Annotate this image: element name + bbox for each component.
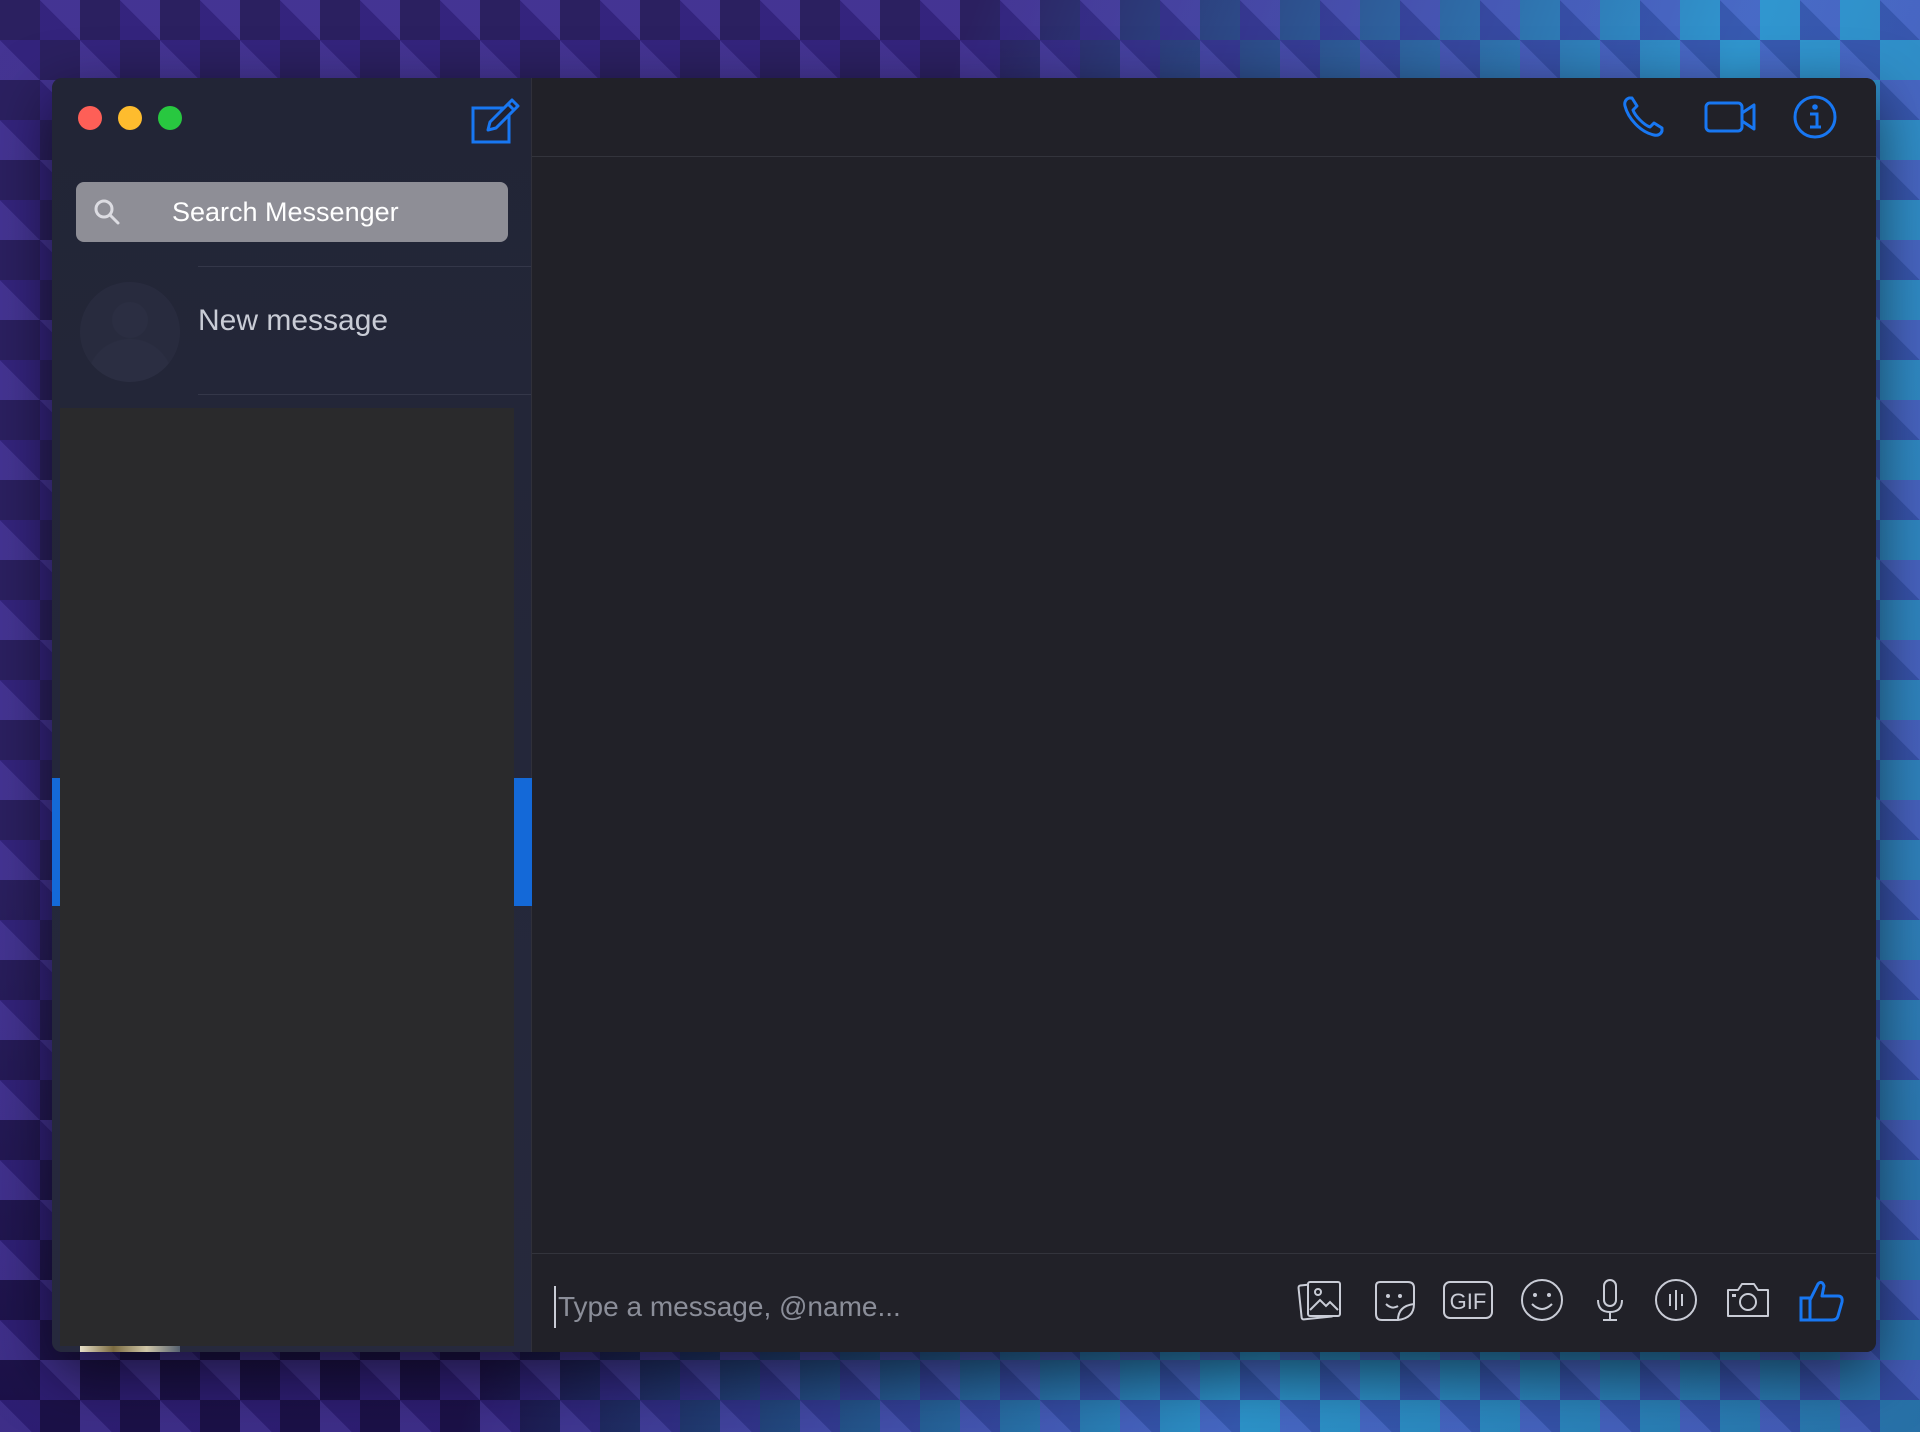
compose-button[interactable]: [470, 96, 522, 146]
chat-panel: GIF: [532, 78, 1876, 1352]
redacted-conversation-list: [60, 408, 514, 1346]
avatar: [80, 282, 180, 382]
zoom-button[interactable]: [158, 106, 182, 130]
gif-icon: GIF: [1443, 1281, 1493, 1319]
video-camera-icon[interactable]: [1704, 94, 1756, 140]
search-placeholder: Search Messenger: [172, 196, 399, 227]
svg-text:GIF: GIF: [1450, 1289, 1487, 1314]
sticker-icon[interactable]: [1370, 1276, 1418, 1324]
minimize-button[interactable]: [118, 106, 142, 130]
sidebar: Search Messenger New message A. Ramon Su…: [52, 78, 532, 1352]
messenger-window: Search Messenger New message A. Ramon Su…: [52, 78, 1876, 1352]
message-input[interactable]: [554, 1286, 1260, 1328]
search-box[interactable]: Search Messenger: [76, 182, 508, 242]
window-controls: [78, 106, 182, 130]
info-icon[interactable]: [1792, 94, 1838, 140]
audio-waveform-icon[interactable]: [1652, 1276, 1700, 1324]
phone-icon[interactable]: [1620, 94, 1666, 140]
message-composer: GIF: [532, 1253, 1876, 1352]
new-message-item[interactable]: New message: [52, 268, 531, 396]
divider: [198, 394, 531, 395]
camera-icon[interactable]: [1724, 1276, 1772, 1324]
thumbs-up-icon[interactable]: [1798, 1276, 1846, 1324]
photo-icon[interactable]: [1296, 1276, 1344, 1324]
selected-conversation-highlight[interactable]: [514, 778, 532, 906]
gif-button[interactable]: GIF: [1442, 1276, 1494, 1324]
microphone-icon[interactable]: [1586, 1276, 1634, 1324]
search-icon: [94, 199, 120, 225]
emoji-icon[interactable]: [1518, 1276, 1566, 1324]
close-button[interactable]: [78, 106, 102, 130]
new-message-label: New message: [198, 304, 389, 337]
chat-header: [532, 78, 1876, 157]
selected-conversation-indicator: [52, 778, 60, 906]
compose-icon: [471, 98, 520, 144]
divider: [198, 266, 531, 267]
